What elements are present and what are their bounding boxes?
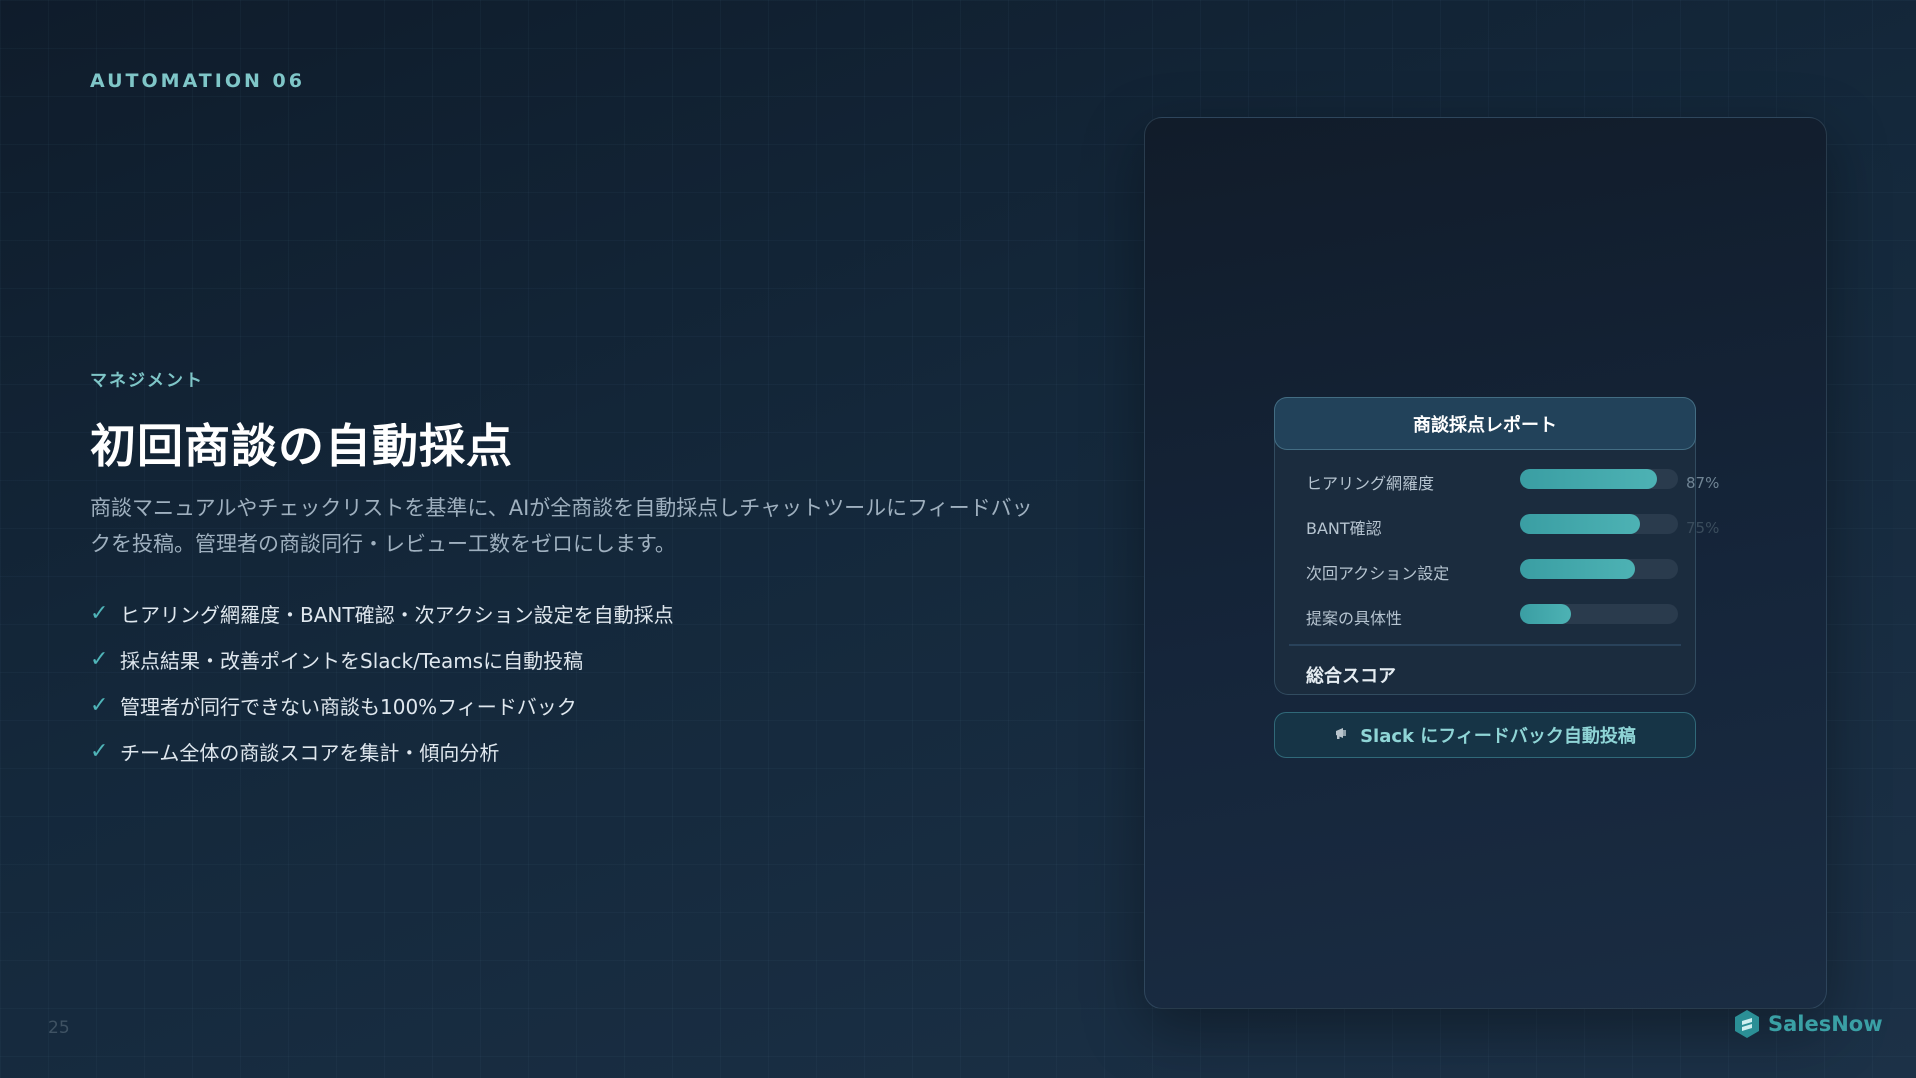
brand-logo: SalesNow bbox=[1734, 1009, 1883, 1039]
check-icon: ✓ bbox=[90, 646, 109, 672]
section-eyebrow: AUTOMATION 06 bbox=[90, 70, 305, 92]
check-icon: ✓ bbox=[90, 738, 109, 764]
score-bar-track bbox=[1520, 604, 1678, 624]
score-bar-track bbox=[1520, 514, 1678, 534]
score-label: ヒアリング網羅度 bbox=[1306, 474, 1435, 493]
score-bar-fill bbox=[1520, 469, 1658, 489]
brand-name: SalesNow bbox=[1768, 1012, 1883, 1036]
score-percent: 75% bbox=[1686, 519, 1720, 537]
feature-list: ✓ ヒアリング網羅度・BANT確認・次アクション設定を自動採点 ✓ 採点結果・改… bbox=[90, 590, 674, 774]
score-label: 次回アクション設定 bbox=[1306, 564, 1450, 583]
score-bar-fill bbox=[1520, 514, 1641, 534]
score-row: BANT確認 75% bbox=[1275, 501, 1719, 546]
feature-item: ✓ 採点結果・改善ポイントをSlack/Teamsに自動投稿 bbox=[90, 636, 674, 682]
page-number: 25 bbox=[48, 1018, 70, 1038]
score-label: BANT確認 bbox=[1306, 519, 1382, 538]
report-title: 商談採点レポート bbox=[1274, 397, 1696, 450]
score-rows: ヒアリング網羅度 87% BANT確認 75% 次回アクション設定 提案の具体性 bbox=[1275, 450, 1719, 636]
feature-text: 採点結果・改善ポイントをSlack/Teamsに自動投稿 bbox=[120, 648, 584, 673]
score-bar-track bbox=[1520, 469, 1678, 489]
score-bar-track bbox=[1520, 559, 1678, 579]
score-report-card: 商談採点レポート ヒアリング網羅度 87% BANT確認 75% 次回アクション… bbox=[1274, 397, 1719, 695]
score-row: ヒアリング網羅度 87% bbox=[1275, 456, 1719, 501]
page-title: 初回商談の自動採点 bbox=[90, 419, 513, 473]
check-icon: ✓ bbox=[90, 600, 109, 626]
score-label: 提案の具体性 bbox=[1306, 609, 1403, 628]
score-percent: 87% bbox=[1686, 474, 1720, 492]
slack-feedback-label: Slack にフィードバック自動投稿 bbox=[1360, 726, 1636, 747]
feature-item: ✓ 管理者が同行できない商談も100%フィードバック bbox=[90, 682, 674, 728]
feature-item: ✓ ヒアリング網羅度・BANT確認・次アクション設定を自動採点 bbox=[90, 590, 674, 636]
feature-text: ヒアリング網羅度・BANT確認・次アクション設定を自動採点 bbox=[120, 602, 674, 627]
score-bar-fill bbox=[1520, 604, 1571, 624]
score-bar-fill bbox=[1520, 559, 1636, 579]
score-row: 提案の具体性 bbox=[1275, 591, 1695, 636]
feature-item: ✓ チーム全体の商談スコアを集計・傾向分析 bbox=[90, 728, 674, 774]
description: 商談マニュアルやチェックリストを基準に、AIが全商談を自動採点しチャットツールに… bbox=[90, 496, 1033, 556]
slack-feedback-button[interactable]: Slack にフィードバック自動投稿 bbox=[1274, 712, 1696, 758]
score-row: 次回アクション設定 bbox=[1275, 546, 1695, 591]
feature-text: 管理者が同行できない商談も100%フィードバック bbox=[120, 694, 577, 719]
total-score-label: 総合スコア bbox=[1306, 666, 1396, 687]
salesnow-logo-icon bbox=[1735, 1010, 1759, 1038]
feature-text: チーム全体の商談スコアを集計・傾向分析 bbox=[120, 740, 500, 765]
check-icon: ✓ bbox=[90, 692, 109, 718]
megaphone-icon bbox=[1334, 725, 1350, 746]
category-label: マネジメント bbox=[90, 371, 204, 391]
